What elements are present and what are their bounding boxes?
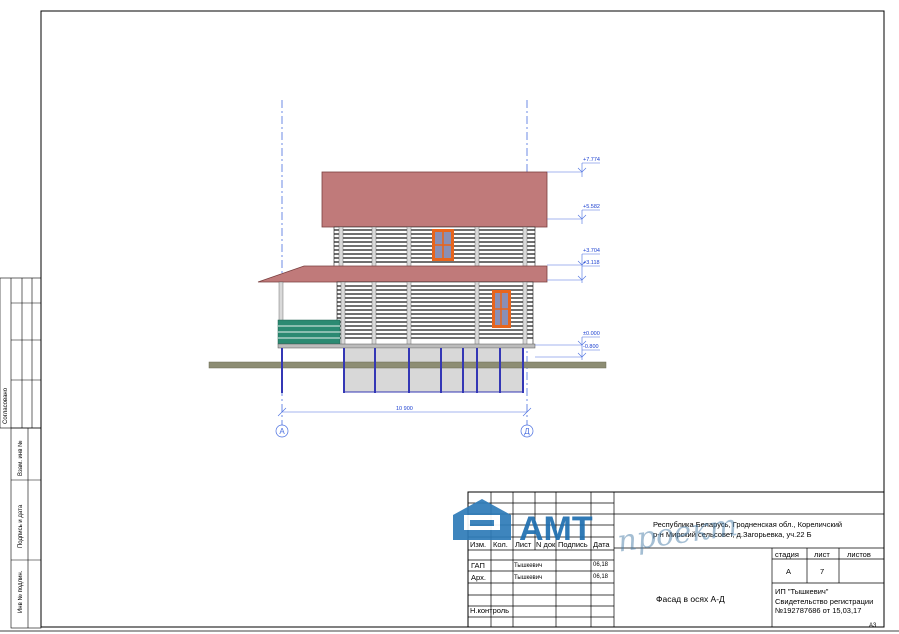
window-first-floor	[492, 290, 511, 328]
row-name-arh: Тышкевич	[514, 575, 542, 581]
sheets-header: листов	[847, 550, 871, 559]
row-date-arh: 06,18	[593, 574, 609, 580]
sheet-format: А3	[869, 623, 877, 629]
sheet-value: 7	[820, 567, 824, 576]
stage-value: А	[786, 567, 791, 576]
stage-header: стадия	[775, 550, 799, 559]
drawing-sheet: Согласовано Взам. инв № Подпись и дата И…	[0, 10, 899, 632]
logo-house-icon	[453, 499, 511, 540]
foundation-skirt	[343, 347, 524, 393]
row-role-arh: Арх.	[471, 573, 486, 582]
level-mark-7774: +7.774	[583, 157, 600, 163]
svg-text:А: А	[279, 427, 285, 436]
window-second-floor	[432, 229, 454, 261]
ground-line	[208, 361, 607, 369]
level-mark-0800: -0.800	[583, 344, 599, 350]
side-stamp: Согласовано Взам. инв № Подпись и дата И…	[0, 277, 42, 629]
drawing-title: Фасад в осях А-Д	[656, 594, 725, 604]
veranda-railing	[277, 319, 341, 345]
side-stamp-podpis-data: Подпись и дата	[18, 504, 24, 548]
level-mark-3704: +3.704	[583, 248, 600, 254]
level-mark-3118: +3.118	[583, 260, 600, 266]
header-kol: Кол.	[493, 540, 508, 549]
sheet-header: лист	[814, 550, 830, 559]
axis-bubble-d: Д	[520, 424, 534, 438]
row-name-gap: Тышкевич	[514, 563, 542, 569]
row-role-gap: ГАП	[471, 561, 485, 570]
logo-brand-text: АМТ	[519, 510, 593, 548]
level-mark-5582: +5.582	[583, 204, 600, 210]
header-data: Дата	[593, 540, 610, 549]
side-stamp-inv-podl: Инв № подлин.	[17, 570, 24, 613]
company-line-2: Свидетельство регистрации	[775, 597, 873, 606]
row-role-nkontrol: Н.контроль	[470, 606, 509, 615]
facade-drawing: +7.774 +5.582 +3.704 +3.118 ±0.000 -0.80…	[208, 100, 607, 438]
veranda-roof	[257, 265, 548, 283]
level-mark-0000: ±0.000	[583, 331, 600, 337]
floor-slab	[277, 343, 536, 349]
svg-text:Д: Д	[524, 427, 530, 436]
amt-logo: АМТ проект	[453, 499, 740, 560]
side-stamp-vzam-inv: Взам. инв №	[17, 440, 24, 476]
axis-bubble-a: А	[275, 424, 289, 438]
side-stamp-soglasovano: Согласовано	[3, 387, 9, 424]
logo-script-text: проект	[615, 508, 739, 559]
dimension-value: 10 900	[396, 406, 413, 412]
row-date-gap: 06,18	[593, 562, 609, 568]
header-izm: Изм.	[470, 540, 486, 549]
main-roof	[321, 171, 548, 228]
company-line-3: №192787686 от 15,03,17	[775, 606, 861, 615]
company-line-1: ИП "Тышкевич"	[775, 587, 829, 596]
